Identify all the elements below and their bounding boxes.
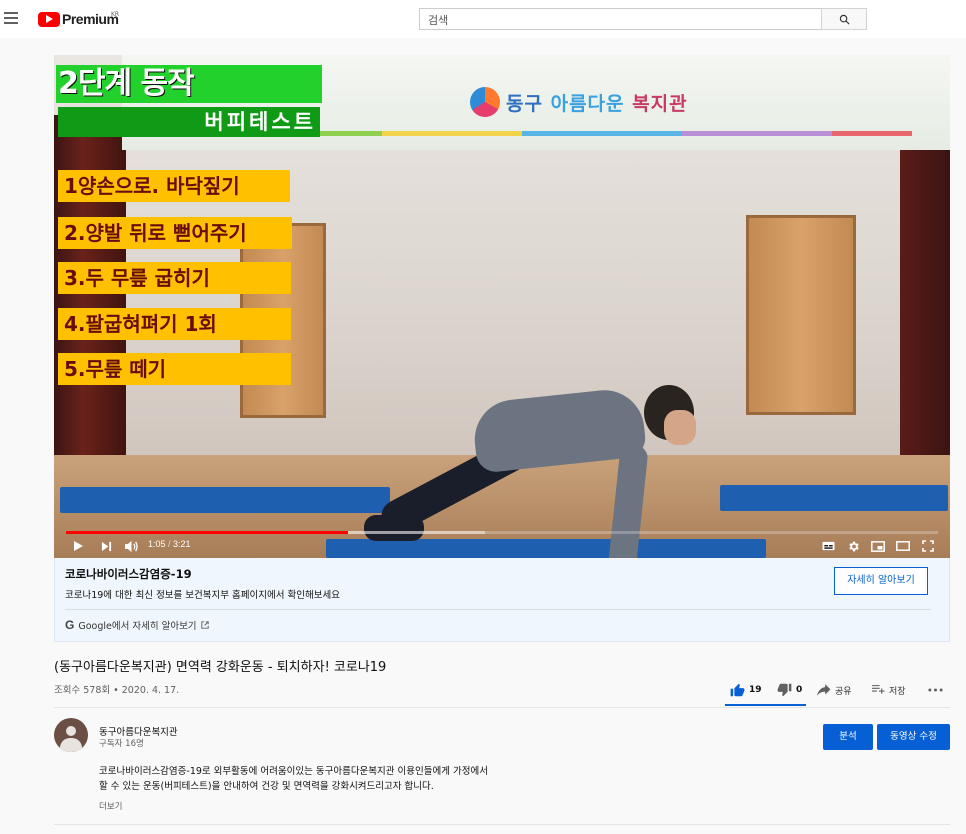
google-icon: G [65, 618, 75, 632]
thumbs-down-icon [777, 683, 792, 697]
channel-name[interactable]: 동구아름다운복지관 [99, 724, 178, 738]
miniplayer-button[interactable] [870, 538, 886, 554]
playlist-add-icon [872, 684, 885, 694]
covid-panel-title: 코로나바이러스감염증-19 [65, 567, 192, 581]
player-controls: 1:05 / 3:21 [54, 534, 950, 558]
fullscreen-button[interactable] [920, 538, 936, 554]
overlay-step: 5.무릎 떼기 [58, 353, 291, 385]
youtube-premium-logo[interactable]: Premium [38, 10, 119, 28]
gear-icon [848, 541, 859, 551]
learn-more-button[interactable]: 자세히 알아보기 [834, 567, 928, 595]
person-exercising [354, 375, 754, 558]
play-button[interactable] [70, 538, 86, 554]
search-button[interactable] [821, 8, 867, 30]
volume-icon [124, 540, 138, 552]
play-icon [74, 541, 83, 551]
save-button[interactable]: 저장 [872, 681, 906, 699]
overlay-title-card: 2단계 동작 [56, 65, 322, 103]
edit-video-button[interactable]: 동영상 수정 [877, 724, 950, 750]
more-actions-button[interactable] [928, 681, 943, 699]
external-link-icon [200, 621, 209, 629]
overlay-step: 1양손으로. 바닥짚기 [58, 170, 290, 202]
like-ratio-bar [725, 704, 806, 706]
overlay-step: 3.두 무릎 굽히기 [58, 262, 291, 294]
subscriber-count: 구독자 16명 [99, 739, 144, 749]
video-player[interactable]: 동구 아름다운 복지관 2단계 동작 버피테스트 1양손으로. 바닥짚기 2.양… [54, 55, 950, 558]
like-button[interactable]: 19 [730, 681, 762, 699]
video-title: (동구아름다운복지관) 면역력 강화운동 - 퇴치하자! 코로나19 [54, 660, 387, 675]
youtube-play-logo-icon [38, 11, 60, 27]
volume-button[interactable] [122, 538, 140, 554]
covid-info-panel: 코로나바이러스감염증-19 코로나19에 대한 최신 정보를 보건복지부 홈페이… [54, 558, 950, 642]
region-code: KR [111, 11, 120, 18]
overlay-step: 4.팔굽혀펴기 1회 [58, 308, 291, 340]
more-horizontal-icon [928, 688, 943, 692]
subtitles-button[interactable] [820, 538, 836, 554]
next-icon [101, 541, 111, 551]
miniplayer-icon [871, 540, 885, 552]
analytics-button[interactable]: 분석 [823, 724, 873, 750]
search-input[interactable]: 검색 [419, 8, 822, 30]
google-learn-more-link[interactable]: G Google에서 자세히 알아보기 [65, 618, 209, 632]
overlay-step: 2.양발 뒤로 뻗어주기 [58, 217, 292, 249]
hamburger-menu-icon[interactable] [4, 12, 18, 24]
video-actions: 19 0 공유 저장 [725, 678, 950, 706]
channel-avatar[interactable] [54, 718, 88, 752]
video-description: 코로나바이러스감염증-19로 외부활동에 어려움이있는 동구아름다운복지관 이용… [99, 766, 488, 792]
covid-panel-description: 코로나19에 대한 최신 정보를 보건복지부 홈페이지에서 확인해보세요 [65, 590, 340, 601]
overlay-subtitle-card: 버피테스트 [58, 107, 320, 137]
search-icon [839, 14, 850, 25]
theater-mode-icon [896, 541, 910, 551]
fullscreen-icon [922, 540, 934, 552]
time-display: 1:05 / 3:21 [148, 539, 191, 549]
banner-logo: 동구 아름다운 복지관 [470, 87, 688, 117]
top-bar: Premium KR 검색 [0, 0, 966, 38]
welfare-center-logo-icon [470, 87, 500, 117]
theater-mode-button[interactable] [895, 538, 911, 554]
show-more-button[interactable]: 더보기 [99, 800, 122, 812]
search-bar: 검색 [419, 8, 867, 30]
next-button[interactable] [98, 538, 114, 554]
settings-button[interactable] [845, 538, 861, 554]
subtitles-icon [821, 541, 835, 551]
share-icon [817, 684, 831, 696]
thumbs-up-icon [730, 683, 745, 697]
logo-text: Premium [62, 11, 119, 27]
share-button[interactable]: 공유 [817, 681, 852, 699]
dislike-button[interactable]: 0 [777, 681, 802, 699]
video-meta: 조회수 578회 • 2020. 4. 17. [54, 685, 180, 696]
